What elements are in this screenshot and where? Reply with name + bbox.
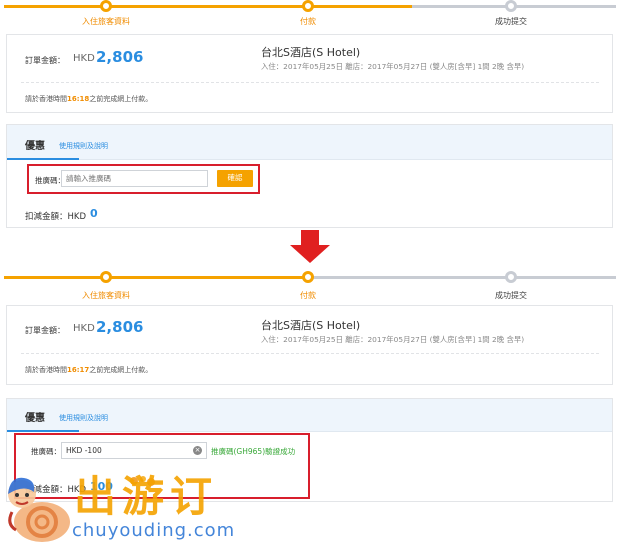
hotel-info: 入住：2017年05月25日 離店：2017年05月27日 (雙人房[含早] 1… xyxy=(261,335,525,344)
step-dot xyxy=(100,271,112,283)
watermark-chinese: 出游订 xyxy=(74,472,219,521)
payment-deadline-note: 請於香港時間16:17之前完成網上付款。 xyxy=(25,366,153,374)
discount-value: 0 xyxy=(90,207,98,220)
promo-code-label: 推廣碼： xyxy=(31,447,61,456)
order-amount: 2,806 xyxy=(96,318,144,336)
progress-track-done xyxy=(4,5,412,8)
step-dot xyxy=(505,0,517,12)
hotel-name: 台北S酒店(S Hotel) xyxy=(261,46,361,59)
step-label-guest-info: 入住旅客資料 xyxy=(82,291,130,300)
order-summary-card: 訂單金額： HKD 2,806 台北S酒店(S Hotel) 入住：2017年0… xyxy=(6,305,613,385)
divider xyxy=(21,82,599,83)
promo-code-input[interactable] xyxy=(61,170,208,187)
order-currency: HKD xyxy=(73,53,95,64)
step-dot xyxy=(302,0,314,12)
discount-label: 扣減金額：HKD xyxy=(25,212,87,222)
promo-success-message: 推廣碼(GH965)驗證成功 xyxy=(211,447,296,456)
step-label-payment: 付款 xyxy=(300,17,316,26)
order-amount-label: 訂單金額： xyxy=(25,56,65,65)
order-summary-card: 訂單金額： HKD 2,806 台北S酒店(S Hotel) 入住：2017年0… xyxy=(6,34,613,113)
progress-track-pending xyxy=(308,276,616,279)
step-dot xyxy=(505,271,517,283)
step-label-submitted: 成功提交 xyxy=(495,291,527,300)
hotel-name: 台北S酒店(S Hotel) xyxy=(261,319,361,332)
mascot-icon xyxy=(8,477,70,542)
payment-deadline-time: 16:17 xyxy=(67,366,90,374)
promo-rules-link[interactable]: 使用規則及說明 xyxy=(59,413,108,423)
step-label-submitted: 成功提交 xyxy=(495,17,527,26)
promo-tab-underline xyxy=(7,158,79,160)
order-currency: HKD xyxy=(73,323,95,334)
order-amount-label: 訂單金額： xyxy=(25,326,65,335)
watermark-logo: 出游订 chuyouding.com xyxy=(0,464,240,546)
promo-tab-underline xyxy=(7,430,79,432)
step-dot xyxy=(302,271,314,283)
promo-title: 優惠 xyxy=(25,141,45,152)
payment-deadline-note: 請於香港時間16:18之前完成網上付款。 xyxy=(25,95,153,103)
step-dot xyxy=(100,0,112,12)
step-label-guest-info: 入住旅客資料 xyxy=(82,17,130,26)
step-label-payment: 付款 xyxy=(300,291,316,300)
payment-deadline-time: 16:18 xyxy=(67,95,90,103)
divider xyxy=(21,353,599,354)
watermark-latin: chuyouding.com xyxy=(72,520,236,541)
hotel-info: 入住：2017年05月25日 離店：2017年05月27日 (雙人房[含早] 1… xyxy=(261,62,525,71)
confirm-button[interactable]: 確認 xyxy=(217,170,253,187)
down-arrow-icon xyxy=(290,230,330,263)
promo-rules-link[interactable]: 使用規則及說明 xyxy=(59,141,108,151)
clear-icon[interactable]: × xyxy=(193,446,202,455)
promo-title: 優惠 xyxy=(25,413,45,424)
progress-track-done xyxy=(4,276,308,279)
order-amount: 2,806 xyxy=(96,48,144,66)
promo-code-input[interactable]: HKD -100 xyxy=(61,442,207,459)
